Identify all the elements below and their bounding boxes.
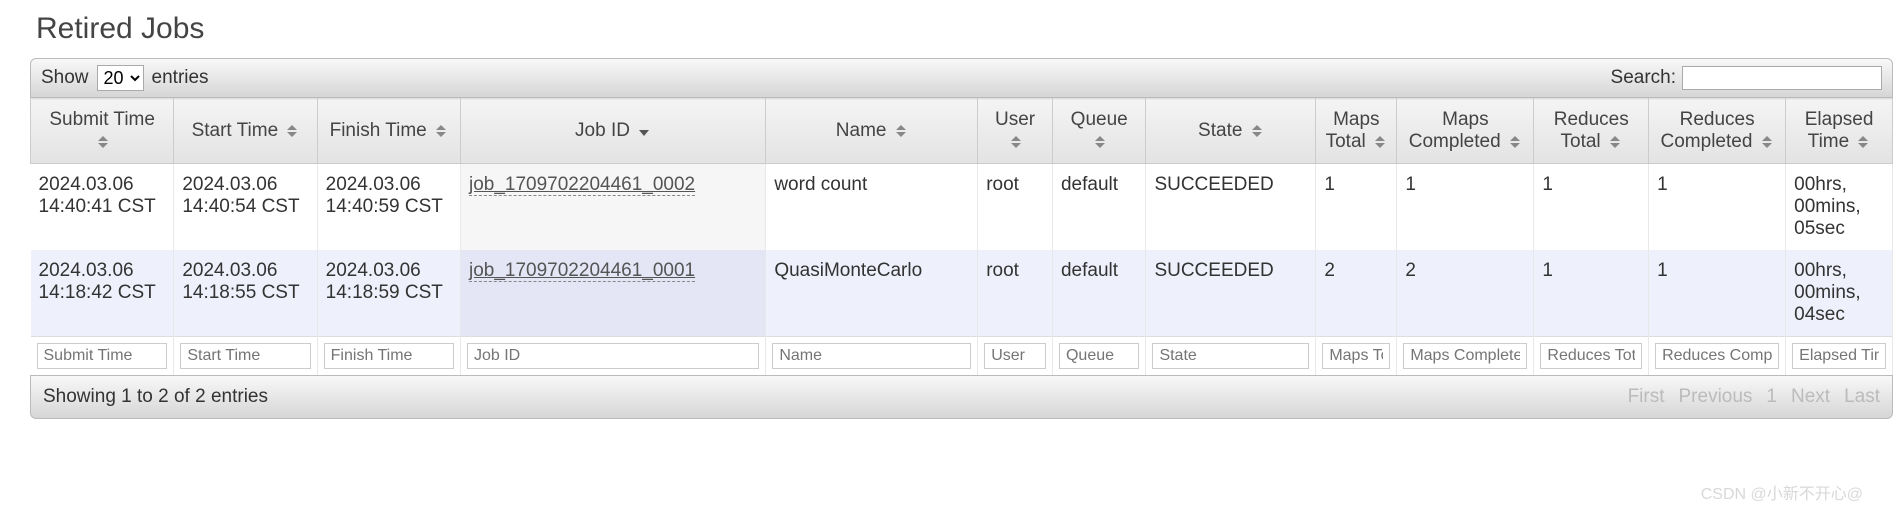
cell-start-time: 2024.03.06 14:18:55 CST <box>174 250 317 337</box>
pagination: First Previous 1 Next Last <box>1628 386 1880 408</box>
cell-submit-time: 2024.03.06 14:18:42 CST <box>31 250 174 337</box>
cell-maps-total: 2 <box>1316 250 1397 337</box>
col-submit-time[interactable]: Submit Time <box>31 99 174 164</box>
col-name[interactable]: Name <box>766 99 978 164</box>
cell-reduces-completed: 1 <box>1649 164 1786 251</box>
cell-user: root <box>978 164 1053 251</box>
search-control: Search: <box>1611 66 1882 90</box>
col-queue[interactable]: Queue <box>1052 99 1145 164</box>
filter-queue[interactable] <box>1059 343 1139 369</box>
table-info: Showing 1 to 2 of 2 entries <box>43 386 268 408</box>
paginate-first[interactable]: First <box>1628 386 1665 408</box>
table-row: 2024.03.06 14:18:42 CST 2024.03.06 14:18… <box>31 250 1893 337</box>
paginate-page[interactable]: 1 <box>1766 386 1777 408</box>
page-size-select[interactable]: 20 <box>97 65 144 91</box>
sort-icon <box>1252 125 1264 137</box>
cell-start-time: 2024.03.06 14:40:54 CST <box>174 164 317 251</box>
watermark: CSDN @小新不开心@ <box>1701 480 1863 504</box>
sort-icon <box>1510 136 1522 148</box>
cell-user: root <box>978 250 1053 337</box>
job-id-link[interactable]: job_1709702204461_0001 <box>469 260 695 282</box>
cell-name: QuasiMonteCarlo <box>766 250 978 337</box>
sort-icon <box>1858 136 1870 148</box>
sort-icon <box>1095 136 1107 148</box>
cell-queue: default <box>1052 164 1145 251</box>
cell-job-id: job_1709702204461_0001 <box>460 250 765 337</box>
sort-icon <box>896 125 908 137</box>
filter-maps-completed[interactable] <box>1403 343 1527 369</box>
cell-elapsed-time: 00hrs, 00mins, 05sec <box>1786 164 1893 251</box>
cell-reduces-total: 1 <box>1534 250 1649 337</box>
cell-maps-completed: 2 <box>1397 250 1534 337</box>
filter-reduces-completed[interactable] <box>1655 343 1779 369</box>
paginate-next[interactable]: Next <box>1791 386 1830 408</box>
jobs-table: Submit Time Start Time Finish Time Job I… <box>30 98 1893 375</box>
search-input[interactable] <box>1682 66 1882 90</box>
col-start-time[interactable]: Start Time <box>174 99 317 164</box>
show-label: Show <box>41 67 89 89</box>
cell-state: SUCCEEDED <box>1146 164 1316 251</box>
sort-icon <box>1762 136 1774 148</box>
table-footerbar: Showing 1 to 2 of 2 entries First Previo… <box>30 375 1893 419</box>
sort-icon <box>98 136 110 148</box>
cell-state: SUCCEEDED <box>1146 250 1316 337</box>
filter-name[interactable] <box>772 343 971 369</box>
filter-start-time[interactable] <box>180 343 310 369</box>
filter-user[interactable] <box>984 343 1046 369</box>
sort-icon <box>1011 136 1023 148</box>
cell-maps-total: 1 <box>1316 164 1397 251</box>
col-maps-completed[interactable]: Maps Completed <box>1397 99 1534 164</box>
col-elapsed-time[interactable]: Elapsed Time <box>1786 99 1893 164</box>
job-id-link[interactable]: job_1709702204461_0002 <box>469 174 695 196</box>
filter-reduces-total[interactable] <box>1540 343 1642 369</box>
search-label: Search: <box>1611 67 1676 89</box>
sort-icon <box>436 125 448 137</box>
cell-maps-completed: 1 <box>1397 164 1534 251</box>
page-title: Retired Jobs <box>36 12 1893 46</box>
cell-finish-time: 2024.03.06 14:40:59 CST <box>317 164 460 251</box>
filter-job-id[interactable] <box>467 343 759 369</box>
sort-icon <box>1610 136 1622 148</box>
sort-desc-icon <box>639 125 651 136</box>
sort-icon <box>1375 136 1387 148</box>
col-reduces-completed[interactable]: Reduces Completed <box>1649 99 1786 164</box>
filter-maps-total[interactable] <box>1322 343 1390 369</box>
col-finish-time[interactable]: Finish Time <box>317 99 460 164</box>
cell-reduces-total: 1 <box>1534 164 1649 251</box>
cell-reduces-completed: 1 <box>1649 250 1786 337</box>
cell-elapsed-time: 00hrs, 00mins, 04sec <box>1786 250 1893 337</box>
length-control: Show 20 entries <box>41 65 209 91</box>
col-job-id[interactable]: Job ID <box>460 99 765 164</box>
cell-job-id: job_1709702204461_0002 <box>460 164 765 251</box>
col-state[interactable]: State <box>1146 99 1316 164</box>
cell-finish-time: 2024.03.06 14:18:59 CST <box>317 250 460 337</box>
col-maps-total[interactable]: Maps Total <box>1316 99 1397 164</box>
cell-submit-time: 2024.03.06 14:40:41 CST <box>31 164 174 251</box>
filter-elapsed-time[interactable] <box>1792 343 1886 369</box>
col-reduces-total[interactable]: Reduces Total <box>1534 99 1649 164</box>
cell-queue: default <box>1052 250 1145 337</box>
table-toolbar: Show 20 entries Search: <box>30 58 1893 98</box>
table-header: Submit Time Start Time Finish Time Job I… <box>31 99 1893 164</box>
table-footer-filters <box>31 337 1893 376</box>
paginate-previous[interactable]: Previous <box>1679 386 1753 408</box>
cell-name: word count <box>766 164 978 251</box>
filter-finish-time[interactable] <box>324 343 454 369</box>
paginate-last[interactable]: Last <box>1844 386 1880 408</box>
col-user[interactable]: User <box>978 99 1053 164</box>
filter-state[interactable] <box>1152 343 1309 369</box>
table-row: 2024.03.06 14:40:41 CST 2024.03.06 14:40… <box>31 164 1893 251</box>
filter-submit-time[interactable] <box>37 343 168 369</box>
entries-label: entries <box>152 67 209 89</box>
sort-icon <box>287 125 299 137</box>
